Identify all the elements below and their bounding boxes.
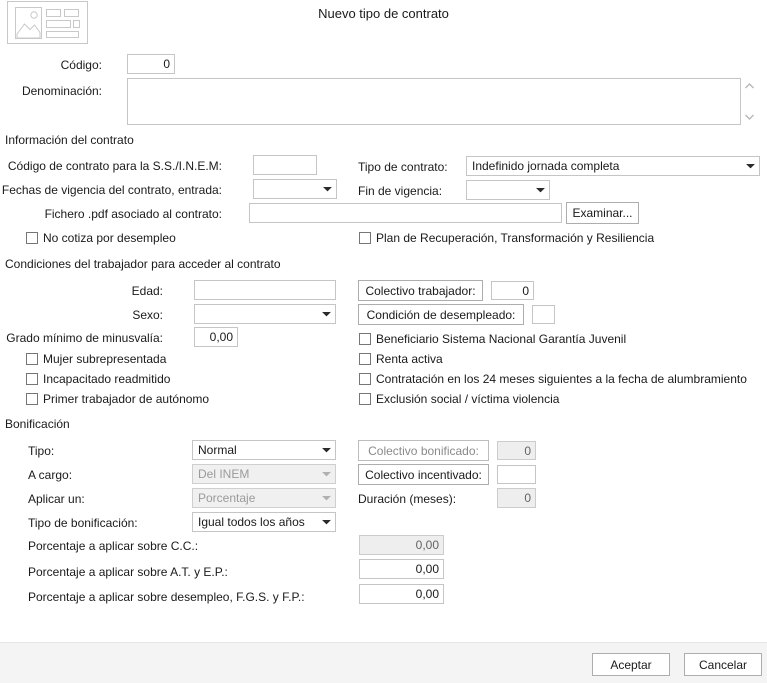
contratacion-24-meses-label: Contratación en los 24 meses siguientes … [376, 372, 747, 386]
no-cotiza-label: No cotiza por desempleo [43, 231, 176, 245]
contratacion-24-meses-checkbox-row[interactable]: Contratación en los 24 meses siguientes … [359, 372, 747, 386]
bonificacion-section-title: Bonificación [5, 417, 70, 431]
fin-vigencia-datepicker[interactable] [466, 180, 550, 200]
bonificacion-a-cargo-label: A cargo: [28, 468, 73, 482]
contratacion-24-meses-checkbox[interactable] [359, 373, 371, 385]
chevron-down-icon[interactable] [532, 181, 549, 199]
sexo-select[interactable] [194, 304, 336, 324]
mujer-subrepresentada-checkbox[interactable] [26, 353, 38, 365]
grado-minusvalia-label: Grado mínimo de minusvalía: [6, 331, 163, 345]
primer-trabajador-autonomo-label: Primer trabajador de autónomo [43, 392, 210, 406]
bonificacion-tipo-label: Tipo: [28, 444, 55, 458]
sexo-label: Sexo: [132, 308, 163, 322]
bonificacion-tipo-value: Normal [198, 443, 237, 457]
porcentaje-desempleo-input[interactable] [359, 584, 444, 604]
exclusion-social-checkbox-row[interactable]: Exclusión social / víctima violencia [359, 392, 559, 406]
exclusion-social-label: Exclusión social / víctima violencia [376, 392, 560, 406]
plan-recuperacion-checkbox-row[interactable]: Plan de Recuperación, Transformación y R… [359, 231, 654, 245]
bonificacion-aplicar-un-label: Aplicar un: [28, 492, 85, 506]
beneficiario-garantia-juvenil-checkbox-row[interactable]: Beneficiario Sistema Nacional Garantía J… [359, 332, 626, 346]
grado-minusvalia-input[interactable] [194, 327, 238, 347]
tipo-contrato-label: Tipo de contrato: [358, 160, 448, 174]
denominacion-textarea[interactable] [127, 78, 741, 125]
tipo-contrato-value: Indefinido jornada completa [472, 159, 620, 173]
duracion-meses-input [497, 488, 536, 508]
condicion-desempleado-button[interactable]: Condición de desempleado: [358, 304, 524, 325]
colectivo-bonificado-input [497, 441, 536, 460]
colectivo-bonificado-button: Colectivo bonificado: [358, 440, 489, 461]
contract-info-section-title: Información del contrato [5, 133, 134, 147]
incapacitado-readmitido-label: Incapacitado readmitido [43, 372, 171, 386]
colectivo-incentivado-button[interactable]: Colectivo incentivado: [358, 464, 489, 485]
porcentaje-cc-input [359, 535, 444, 555]
chevron-down-icon[interactable] [318, 513, 335, 531]
beneficiario-garantia-juvenil-label: Beneficiario Sistema Nacional Garantía J… [376, 332, 627, 346]
tipo-bonificacion-select[interactable]: Igual todos los años [192, 512, 336, 532]
colectivo-trabajador-button[interactable]: Colectivo trabajador: [358, 280, 483, 301]
worker-conditions-section-title: Condiciones del trabajador para acceder … [5, 257, 281, 271]
mujer-subrepresentada-checkbox-row[interactable]: Mujer subrepresentada [26, 352, 166, 366]
edad-label: Edad: [131, 284, 163, 298]
edad-input[interactable] [194, 280, 336, 300]
tipo-bonificacion-label: Tipo de bonificación: [28, 516, 138, 530]
incapacitado-readmitido-checkbox-row[interactable]: Incapacitado readmitido [26, 372, 170, 386]
no-cotiza-checkbox-row[interactable]: No cotiza por desempleo [26, 231, 176, 245]
examinar-button[interactable]: Examinar... [566, 202, 639, 224]
chevron-up-icon[interactable] [744, 82, 755, 90]
codigo-input[interactable] [127, 54, 175, 74]
chevron-down-icon[interactable] [742, 157, 759, 175]
bonificacion-a-cargo-value: Del INEM [198, 467, 250, 481]
renta-activa-label: Renta activa [376, 352, 443, 366]
accept-button[interactable]: Aceptar [592, 653, 670, 676]
mujer-subrepresentada-label: Mujer subrepresentada [43, 352, 167, 366]
renta-activa-checkbox-row[interactable]: Renta activa [359, 352, 443, 366]
codigo-ss-label: Código de contrato para la S.S./I.N.E.M: [7, 159, 222, 173]
chevron-down-icon [318, 465, 335, 483]
denominacion-scrollbar[interactable] [741, 79, 757, 124]
chevron-down-icon[interactable] [318, 441, 335, 459]
codigo-ss-input[interactable] [253, 155, 317, 175]
primer-trabajador-autonomo-checkbox[interactable] [26, 393, 38, 405]
duracion-meses-label: Duración (meses): [358, 492, 457, 506]
chevron-down-icon[interactable] [318, 305, 335, 323]
chevron-down-icon[interactable] [319, 180, 336, 198]
fichero-input[interactable] [249, 203, 562, 223]
bonificacion-a-cargo-select: Del INEM [192, 464, 336, 484]
tipo-bonificacion-value: Igual todos los años [198, 515, 305, 529]
porcentaje-at-ep-input[interactable] [359, 559, 444, 579]
incapacitado-readmitido-checkbox[interactable] [26, 373, 38, 385]
renta-activa-checkbox[interactable] [359, 353, 371, 365]
dialog-window: Nuevo tipo de contrato Código: Denominac… [0, 0, 767, 683]
colectivo-incentivado-input[interactable] [497, 465, 536, 484]
porcentaje-desempleo-label: Porcentaje a aplicar sobre desempleo, F.… [28, 590, 305, 604]
plan-recuperacion-label: Plan de Recuperación, Transformación y R… [376, 231, 655, 245]
fechas-vigencia-datepicker[interactable] [253, 179, 337, 199]
beneficiario-garantia-juvenil-checkbox[interactable] [359, 333, 371, 345]
denominacion-label: Denominación: [21, 84, 102, 98]
tipo-contrato-select[interactable]: Indefinido jornada completa [466, 156, 760, 176]
page-title: Nuevo tipo de contrato [318, 6, 449, 21]
fin-vigencia-label: Fin de vigencia: [358, 184, 443, 198]
bonificacion-aplicar-un-value: Porcentaje [198, 491, 256, 505]
codigo-label: Código: [60, 58, 102, 72]
fichero-label: Fichero .pdf asociado al contrato: [44, 207, 222, 221]
bonificacion-tipo-select[interactable]: Normal [192, 440, 336, 460]
exclusion-social-checkbox[interactable] [359, 393, 371, 405]
plan-recuperacion-checkbox[interactable] [359, 232, 371, 244]
porcentaje-at-ep-label: Porcentaje a aplicar sobre A.T. y E.P.: [28, 565, 228, 579]
bonificacion-aplicar-un-select: Porcentaje [192, 488, 336, 508]
no-cotiza-checkbox[interactable] [26, 232, 38, 244]
condicion-desempleado-input[interactable] [532, 305, 555, 324]
chevron-down-icon[interactable] [744, 113, 755, 121]
cancel-button[interactable]: Cancelar [684, 653, 762, 676]
chevron-down-icon [318, 489, 335, 507]
colectivo-trabajador-input[interactable] [491, 281, 534, 300]
fechas-vigencia-label: Fechas de vigencia del contrato, entrada… [1, 183, 222, 197]
primer-trabajador-autonomo-checkbox-row[interactable]: Primer trabajador de autónomo [26, 392, 209, 406]
porcentaje-cc-label: Porcentaje a aplicar sobre C.C.: [28, 539, 199, 553]
